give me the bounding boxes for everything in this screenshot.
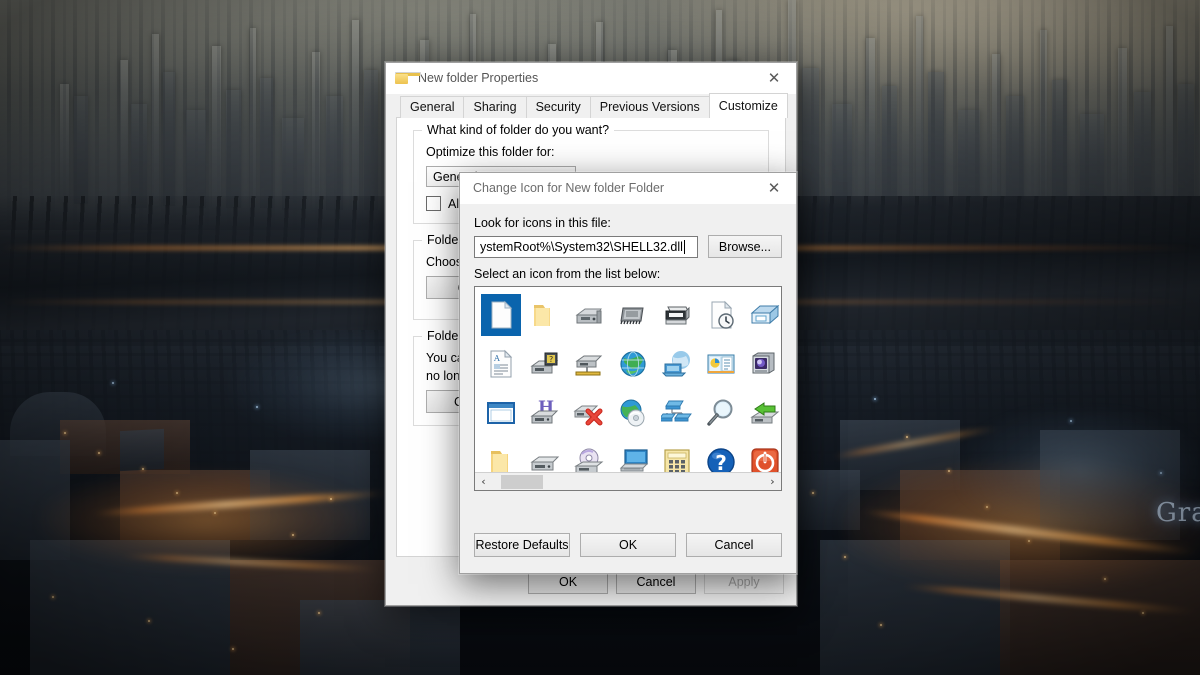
icon-list-box[interactable]: A ? H ? ‹ ›: [474, 286, 782, 491]
icon-cell-disconnect-drive[interactable]: [567, 388, 611, 437]
svg-text:A: A: [493, 354, 500, 363]
icon-cell-memory-chip[interactable]: [611, 290, 655, 339]
mapped-drive-h-icon: H: [530, 398, 559, 423]
icon-cell-folder[interactable]: [523, 290, 567, 339]
icon-cell-internet-globe[interactable]: [611, 339, 655, 388]
restore-defaults-button[interactable]: Restore Defaults: [474, 533, 570, 557]
change-icon-body: Look for icons in this file: ystemRoot%\…: [460, 204, 796, 491]
tab-sharing[interactable]: Sharing: [463, 96, 527, 118]
svg-text:?: ?: [549, 355, 553, 364]
icon-cell-overlapping-windows[interactable]: [743, 290, 781, 339]
icon-cell-floppy-drive[interactable]: [567, 290, 611, 339]
icon-cell-drive-help[interactable]: ?: [523, 339, 567, 388]
green-arrow-usb-icon: [750, 401, 780, 423]
web-disc-icon: [620, 399, 645, 426]
icon-cell-document-text[interactable]: A: [479, 339, 523, 388]
icon-cell-web-disc[interactable]: [611, 388, 655, 437]
look-for-icons-label: Look for icons in this file:: [474, 216, 611, 230]
network-nodes-icon: [661, 400, 692, 421]
internet-globe-icon: [620, 350, 646, 377]
icon-cell-mapped-drive-h[interactable]: H: [523, 388, 567, 437]
desktop-screen: Gra New folder Properties ✕ General Shar…: [0, 0, 1200, 675]
icon-cell-blank-document[interactable]: [479, 290, 523, 339]
also-apply-checkbox[interactable]: [426, 196, 441, 211]
change-icon-titlebar: Change Icon for New folder Folder ✕: [460, 173, 796, 204]
text-caret: [683, 239, 685, 254]
blank-document-icon: [491, 300, 513, 328]
network-drive-icon: [575, 355, 603, 375]
scrollbar-track[interactable]: [492, 474, 764, 490]
icon-cell-crt-monitor[interactable]: [743, 339, 781, 388]
window-icon: [487, 401, 515, 424]
properties-close-button[interactable]: ✕: [752, 63, 796, 93]
properties-tabstrip: General Sharing Security Previous Versio…: [386, 93, 796, 118]
browse-button[interactable]: Browse...: [707, 235, 782, 258]
icon-cell-green-arrow-usb[interactable]: [743, 388, 781, 437]
icon-cell-window[interactable]: [479, 388, 523, 437]
search-magnifier-icon: [707, 399, 733, 426]
change-icon-cancel-button[interactable]: Cancel: [686, 533, 782, 557]
svg-text:?: ?: [715, 451, 727, 475]
icon-cell-network-computer[interactable]: [655, 339, 699, 388]
change-icon-close-button[interactable]: ✕: [752, 173, 796, 203]
change-icon-ok-button[interactable]: OK: [580, 533, 676, 557]
overlapping-windows-icon: [750, 304, 780, 324]
disconnect-drive-icon: [573, 405, 603, 425]
icon-cell-search-magnifier[interactable]: [699, 388, 743, 437]
icon-cell-network-nodes[interactable]: [655, 388, 699, 437]
floppy-drive-icon: [575, 308, 602, 323]
change-icon-dialog: Change Icon for New folder Folder ✕ Look…: [459, 172, 797, 574]
icon-list-horizontal-scrollbar[interactable]: ‹ ›: [475, 472, 781, 490]
scroll-left-arrow-icon[interactable]: ‹: [475, 474, 492, 490]
scrollbar-thumb[interactable]: [500, 474, 543, 489]
folder-icon: [534, 304, 550, 326]
crt-monitor-icon: [752, 352, 775, 373]
icon-file-row: ystemRoot%\System32\SHELL32.dll Browse..…: [474, 235, 782, 258]
optimize-label: Optimize this folder for:: [426, 145, 555, 159]
icon-grid: A ? H ?: [475, 287, 781, 486]
change-icon-footer: Restore Defaults OK Cancel: [460, 517, 796, 573]
network-computer-icon: [661, 350, 690, 376]
properties-title-text: New folder Properties: [418, 71, 539, 85]
icon-cell-presentation-chart[interactable]: [699, 339, 743, 388]
tab-general[interactable]: General: [400, 96, 465, 118]
document-recent-clock-icon: [711, 300, 734, 329]
icon-cell-document-recent[interactable]: [699, 290, 743, 339]
presentation-chart-icon: [707, 354, 735, 373]
icon-file-input[interactable]: ystemRoot%\System32\SHELL32.dll: [474, 235, 698, 258]
folder-icon: [395, 72, 421, 84]
icon-file-input-value: ystemRoot%\System32\SHELL32.dll: [480, 239, 683, 254]
printer-icon: [665, 306, 690, 324]
tab-previous-versions[interactable]: Previous Versions: [589, 96, 710, 118]
group-folder-kind-legend: What kind of folder do you want?: [422, 123, 615, 137]
change-icon-title-text: Change Icon for New folder Folder: [473, 181, 665, 195]
memory-chip-icon: [620, 307, 644, 324]
drive-help-icon: ?: [530, 352, 559, 373]
document-text-icon: A: [490, 349, 513, 377]
tab-security[interactable]: Security: [525, 96, 591, 118]
select-icon-label: Select an icon from the list below:: [474, 267, 661, 281]
properties-titlebar: New folder Properties ✕: [386, 63, 796, 94]
icon-cell-printer[interactable]: [655, 290, 699, 339]
selection-highlight: [481, 293, 521, 336]
scroll-right-arrow-icon[interactable]: ›: [764, 474, 781, 490]
icon-cell-network-drive[interactable]: [567, 339, 611, 388]
tab-customize[interactable]: Customize: [708, 93, 788, 118]
